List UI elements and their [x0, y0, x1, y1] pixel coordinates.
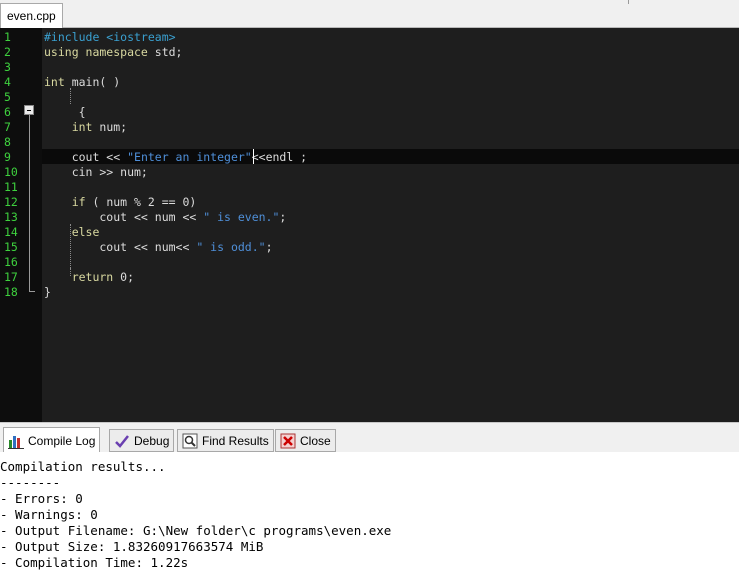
- code-line[interactable]: cout << num << " is even.";: [44, 210, 286, 225]
- tab-compile-log[interactable]: Compile Log: [3, 427, 101, 453]
- tab-compile-log-label: Compile Log: [28, 433, 96, 448]
- code-token: num;: [99, 120, 128, 134]
- code-line[interactable]: {: [44, 105, 86, 120]
- code-token: }: [44, 285, 51, 299]
- tab-close[interactable]: Close: [275, 429, 336, 452]
- code-text[interactable]: #include <iostream> using namespace std; i…: [42, 28, 739, 422]
- code-line[interactable]: cin >> num;: [44, 165, 148, 180]
- code-token: std;: [154, 45, 183, 59]
- code-line[interactable]: else: [44, 225, 100, 240]
- code-line[interactable]: cout << "Enter an integer"<<endl ;: [44, 150, 307, 165]
- code-token: cout << num<<: [44, 240, 197, 254]
- code-token: "Enter an integer": [127, 150, 252, 164]
- line-number: 3: [4, 60, 11, 74]
- code-editor[interactable]: 1 2 3 4 5 6 7 8 9 10 11 12 13 14 15 16 17 18 #include <io…: [0, 28, 739, 422]
- code-token: #include <iostream>: [44, 30, 176, 44]
- check-icon: [114, 433, 130, 449]
- tab-close-label: Close: [300, 433, 331, 448]
- line-number: 7: [4, 120, 11, 134]
- code-token: main( ): [71, 75, 121, 89]
- tab-debug-label: Debug: [134, 433, 170, 448]
- close-icon: [280, 433, 296, 449]
- code-token: " is even.": [203, 210, 280, 224]
- code-line[interactable]: #include <iostream>: [44, 30, 176, 45]
- log-line: - Output Filename: G:\New folder\c progr…: [0, 523, 392, 538]
- log-line: - Output Size: 1.83260917663574 MiB: [0, 539, 264, 554]
- log-line: Compilation results...: [0, 459, 166, 474]
- line-number: 16: [4, 255, 18, 269]
- file-tab-even-cpp[interactable]: even.cpp: [0, 3, 63, 28]
- line-number: 15: [4, 240, 18, 254]
- tab-find-results[interactable]: Find Results: [177, 429, 274, 452]
- tab-debug[interactable]: Debug: [109, 429, 175, 452]
- code-token: int: [44, 120, 100, 134]
- compile-log-output: Compilation results... -------- - Errors…: [0, 452, 739, 586]
- code-token: cin >> num;: [44, 165, 148, 179]
- bottom-panel-tabs: Compile Log Debug Find Results Close: [0, 422, 739, 453]
- code-token: using namespace: [44, 45, 155, 59]
- file-tab-strip: even.cpp: [0, 0, 739, 28]
- line-number: 13: [4, 210, 18, 224]
- code-token: else: [44, 225, 100, 239]
- code-token: <<endl ;: [251, 150, 308, 164]
- code-line[interactable]: if ( num % 2 == 0): [44, 195, 197, 210]
- code-token: cout <<: [44, 150, 128, 164]
- line-number: 4: [4, 75, 11, 89]
- line-number: 5: [4, 90, 11, 104]
- code-token: ;: [279, 210, 287, 224]
- line-number: 17: [4, 270, 18, 284]
- code-line[interactable]: cout << num<< " is odd.";: [44, 240, 273, 255]
- code-token: return: [44, 270, 121, 284]
- code-line[interactable]: int main( ): [44, 75, 120, 90]
- code-token: ( num % 2 == 0): [85, 195, 197, 209]
- code-line[interactable]: using namespace std;: [44, 45, 182, 60]
- tab-find-results-label: Find Results: [202, 433, 269, 448]
- log-line: - Compilation Time: 1.22s: [0, 555, 189, 570]
- code-token: 0;: [120, 270, 135, 284]
- code-line[interactable]: return 0;: [44, 270, 134, 285]
- chart-icon: [8, 433, 24, 449]
- line-number: 12: [4, 195, 18, 209]
- code-token: cout << num <<: [44, 210, 204, 224]
- fold-guide-end: [29, 291, 35, 292]
- code-token: if: [44, 195, 86, 209]
- line-number: 9: [4, 150, 11, 164]
- line-number: 18: [4, 285, 18, 299]
- code-token: " is odd.": [196, 240, 266, 254]
- log-line: - Warnings: 0: [0, 507, 98, 522]
- line-number: 10: [4, 165, 18, 179]
- line-number: 1: [4, 30, 11, 44]
- line-number: 2: [4, 45, 11, 59]
- code-token: ;: [265, 240, 273, 254]
- fold-guide-line: [29, 115, 30, 291]
- line-number: 14: [4, 225, 18, 239]
- line-number: 11: [4, 180, 18, 194]
- line-number: 8: [4, 135, 11, 149]
- code-token: {: [44, 105, 86, 119]
- code-token: int: [44, 75, 72, 89]
- log-line: - Errors: 0: [0, 491, 83, 506]
- code-line[interactable]: int num;: [44, 120, 127, 135]
- line-number: 6: [4, 105, 11, 119]
- text-caret: [253, 149, 254, 164]
- tab-strip-divider: [628, 0, 739, 4]
- find-icon: [182, 433, 198, 449]
- code-line[interactable]: }: [44, 285, 51, 300]
- log-line: --------: [0, 475, 61, 490]
